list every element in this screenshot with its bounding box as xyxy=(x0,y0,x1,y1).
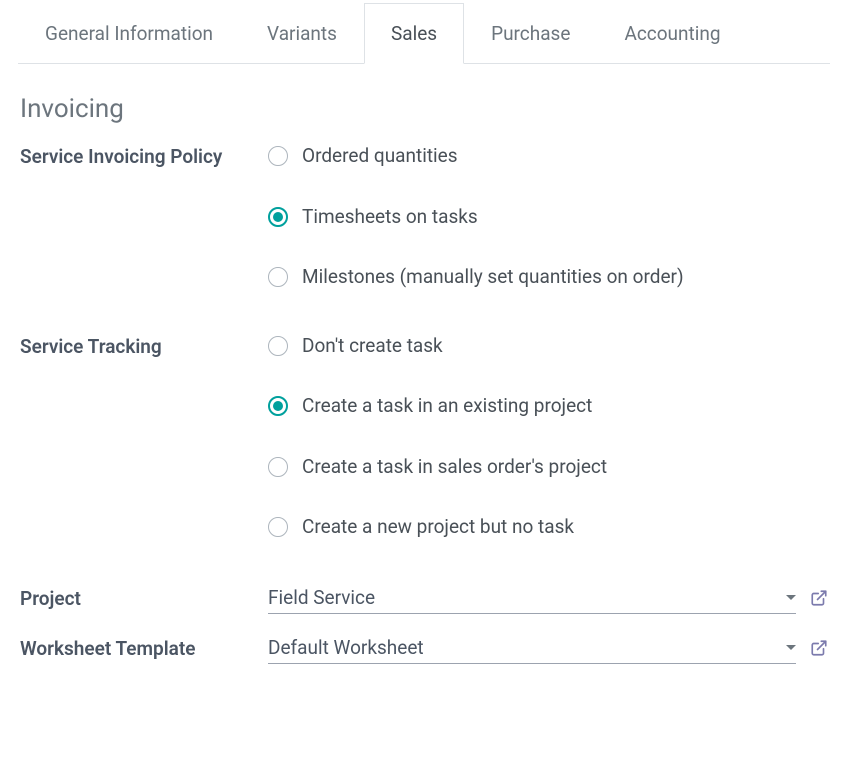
radio-label: Create a task in an existing project xyxy=(302,392,592,421)
worksheet-select[interactable]: Default Worksheet xyxy=(268,632,796,664)
tabs-bar: General Information Variants Sales Purch… xyxy=(18,0,830,64)
worksheet-label: Worksheet Template xyxy=(20,633,268,664)
tab-general-information[interactable]: General Information xyxy=(18,3,240,64)
radio-label: Don't create task xyxy=(302,332,443,361)
chevron-down-icon xyxy=(786,595,796,600)
invoicing-policy-options: Ordered quantities Timesheets on tasks M… xyxy=(268,142,828,292)
radio-icon xyxy=(268,146,288,166)
tab-content: Invoicing Service Invoicing Policy Order… xyxy=(0,64,848,664)
radio-label: Create a new project but no task xyxy=(302,513,574,542)
project-label: Project xyxy=(20,582,268,614)
tab-accounting[interactable]: Accounting xyxy=(597,3,747,64)
radio-create-task-sales-order-project[interactable]: Create a task in sales order's project xyxy=(268,453,828,482)
radio-icon xyxy=(268,517,288,537)
service-tracking-label: Service Tracking xyxy=(20,332,268,362)
tab-purchase[interactable]: Purchase xyxy=(464,3,597,64)
radio-milestones[interactable]: Milestones (manually set quantities on o… xyxy=(268,263,828,292)
project-row: Project Field Service xyxy=(20,582,828,614)
service-tracking-row: Service Tracking Don't create task Creat… xyxy=(20,332,828,566)
radio-create-new-project-no-task[interactable]: Create a new project but no task xyxy=(268,513,828,542)
radio-label: Milestones (manually set quantities on o… xyxy=(302,263,684,292)
radio-icon xyxy=(268,396,288,416)
radio-label: Create a task in sales order's project xyxy=(302,453,607,482)
radio-icon xyxy=(268,336,288,356)
chevron-down-icon xyxy=(786,645,796,650)
radio-icon xyxy=(268,207,288,227)
invoicing-policy-label: Service Invoicing Policy xyxy=(20,142,268,172)
worksheet-row: Worksheet Template Default Worksheet xyxy=(20,632,828,664)
radio-ordered-quantities[interactable]: Ordered quantities xyxy=(268,142,828,171)
radio-dont-create-task[interactable]: Don't create task xyxy=(268,332,828,361)
tab-sales[interactable]: Sales xyxy=(364,3,464,64)
radio-timesheets-on-tasks[interactable]: Timesheets on tasks xyxy=(268,203,828,232)
project-value: Field Service xyxy=(268,586,375,609)
tab-variants[interactable]: Variants xyxy=(240,3,364,64)
radio-create-task-existing-project[interactable]: Create a task in an existing project xyxy=(268,392,828,421)
radio-icon xyxy=(268,267,288,287)
radio-icon xyxy=(268,457,288,477)
project-select[interactable]: Field Service xyxy=(268,582,796,614)
invoicing-policy-row: Service Invoicing Policy Ordered quantit… xyxy=(20,142,828,316)
external-link-icon[interactable] xyxy=(810,639,828,657)
external-link-icon[interactable] xyxy=(810,589,828,607)
worksheet-value: Default Worksheet xyxy=(268,636,424,659)
section-title: Invoicing xyxy=(20,94,828,124)
radio-label: Timesheets on tasks xyxy=(302,203,478,232)
radio-label: Ordered quantities xyxy=(302,142,458,171)
service-tracking-options: Don't create task Create a task in an ex… xyxy=(268,332,828,542)
